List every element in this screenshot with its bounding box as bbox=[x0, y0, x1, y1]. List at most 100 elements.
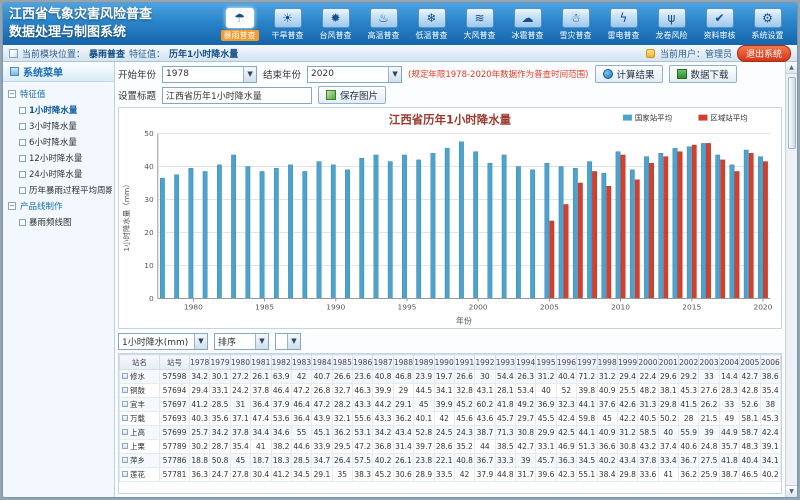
col-year[interactable]: 1993 bbox=[495, 355, 515, 370]
module-tab-8[interactable]: ☃雪灾普查 bbox=[552, 6, 599, 42]
value-cell: 44.1 bbox=[577, 398, 597, 412]
checkbox-icon[interactable] bbox=[19, 107, 26, 114]
col-year[interactable]: 1990 bbox=[434, 355, 454, 370]
sort-select[interactable]: 排序 ▼ bbox=[214, 333, 269, 350]
value-cell: 36.2 bbox=[393, 412, 413, 426]
checkbox-icon[interactable] bbox=[19, 139, 26, 146]
col-year[interactable]: 2002 bbox=[679, 355, 699, 370]
module-tab-2[interactable]: ☀干旱普查 bbox=[264, 6, 311, 42]
module-tab-9[interactable]: ϟ雷电普查 bbox=[600, 6, 647, 42]
col-year[interactable]: 2000 bbox=[638, 355, 658, 370]
col-year[interactable]: 1999 bbox=[617, 355, 637, 370]
value-cell: 41 bbox=[251, 440, 271, 454]
col-year[interactable]: 1984 bbox=[312, 355, 332, 370]
station-expand-icon[interactable] bbox=[122, 401, 128, 407]
col-year[interactable]: 1998 bbox=[597, 355, 617, 370]
sidebar-group[interactable]: −产品线制作 bbox=[5, 198, 112, 214]
sidebar-item[interactable]: 历年暴雨过程平均周期 bbox=[5, 182, 112, 198]
col-year[interactable]: 1988 bbox=[393, 355, 413, 370]
station-expand-icon[interactable] bbox=[122, 387, 128, 393]
scroll-up-icon[interactable]: ▲ bbox=[786, 62, 797, 74]
y-tick-label: 30 bbox=[144, 195, 154, 204]
sidebar-item[interactable]: 6小时降水量 bbox=[5, 134, 112, 150]
col-year[interactable]: 1980 bbox=[230, 355, 250, 370]
scroll-down-icon[interactable]: ▼ bbox=[786, 485, 797, 497]
module-tab-5[interactable]: ❄低温普查 bbox=[408, 6, 455, 42]
col-year[interactable]: 2001 bbox=[658, 355, 678, 370]
col-year[interactable]: 1991 bbox=[454, 355, 474, 370]
col-year[interactable]: 2004 bbox=[719, 355, 739, 370]
col-year[interactable]: 1986 bbox=[353, 355, 373, 370]
sidebar-item[interactable]: 24小时降水量 bbox=[5, 166, 112, 182]
module-tab-6[interactable]: ≋大风普查 bbox=[456, 6, 503, 42]
y-axis-label: 1小时降水量（mm） bbox=[121, 180, 131, 251]
table-row[interactable]: 上高5769925.734.237.834.434.65545.136.253.… bbox=[120, 426, 781, 440]
table-row[interactable]: 莲花5778136.324.727.830.441.234.529.13538.… bbox=[120, 468, 781, 482]
col-year[interactable]: 1982 bbox=[271, 355, 291, 370]
col-year[interactable]: 1987 bbox=[373, 355, 393, 370]
value-cell: 28.6 bbox=[434, 440, 454, 454]
station-expand-icon[interactable] bbox=[122, 471, 128, 477]
value-cell: 43.2 bbox=[638, 440, 658, 454]
col-year[interactable]: 2006 bbox=[760, 355, 781, 370]
module-tab-12[interactable]: ⚙系统设置 bbox=[744, 6, 791, 42]
scrollbar-thumb[interactable] bbox=[788, 77, 796, 149]
module-tab-7[interactable]: ☁冰雹普查 bbox=[504, 6, 551, 42]
end-year-select[interactable]: 2020 ▼ bbox=[307, 66, 402, 83]
table-row[interactable]: 萍乡5778618.850.84518.718.328.534.726.457.… bbox=[120, 454, 781, 468]
sidebar-item[interactable]: 暴雨频线图 bbox=[5, 214, 112, 230]
station-expand-icon[interactable] bbox=[122, 429, 128, 435]
value-cell: 29.5 bbox=[332, 440, 352, 454]
module-tab-4[interactable]: ♨高温普查 bbox=[360, 6, 407, 42]
table-header-row: 站名站号197819791980198119821983198419851986… bbox=[120, 355, 781, 370]
module-label: 资料审核 bbox=[704, 30, 736, 41]
col-year[interactable]: 2003 bbox=[699, 355, 719, 370]
measure-select[interactable]: 1小时降水(mm) ▼ bbox=[118, 333, 208, 350]
table-row[interactable]: 修水5759834.230.127.226.163.94240.726.623.… bbox=[120, 370, 781, 384]
sidebar-item[interactable]: 3小时降水量 bbox=[5, 118, 112, 134]
col-year[interactable]: 1979 bbox=[210, 355, 230, 370]
module-tab-11[interactable]: ✔资料审核 bbox=[696, 6, 743, 42]
chart-title-input[interactable] bbox=[162, 87, 312, 104]
checkbox-icon[interactable] bbox=[19, 219, 26, 226]
table-row[interactable]: 宜丰5769741.228.53136.437.946.447.228.243.… bbox=[120, 398, 781, 412]
expander-icon[interactable]: − bbox=[8, 202, 16, 210]
table-row[interactable]: 万载5769340.335.637.147.453.636.443.932.15… bbox=[120, 412, 781, 426]
table-row[interactable]: 上栗5778930.228.735.44138.244.633.929.547.… bbox=[120, 440, 781, 454]
col-year[interactable]: 1985 bbox=[332, 355, 352, 370]
sidebar-item[interactable]: 1小时降水量 bbox=[5, 102, 112, 118]
checkbox-icon[interactable] bbox=[19, 155, 26, 162]
col-year[interactable]: 1994 bbox=[516, 355, 536, 370]
station-expand-icon[interactable] bbox=[122, 443, 128, 449]
vertical-scrollbar[interactable]: ▲ ▼ bbox=[785, 62, 797, 497]
col-year[interactable]: 1981 bbox=[251, 355, 271, 370]
calculate-button[interactable]: 计算结果 bbox=[595, 65, 663, 83]
checkbox-icon[interactable] bbox=[19, 187, 26, 194]
col-year[interactable]: 1996 bbox=[556, 355, 576, 370]
station-expand-icon[interactable] bbox=[122, 415, 128, 421]
station-expand-icon[interactable] bbox=[122, 373, 128, 379]
save-image-button[interactable]: 保存图片 bbox=[318, 86, 386, 104]
checkbox-icon[interactable] bbox=[19, 123, 26, 130]
expander-icon[interactable]: − bbox=[8, 90, 16, 98]
logout-button[interactable]: 退出系统 bbox=[737, 45, 791, 62]
col-year[interactable]: 2005 bbox=[740, 355, 760, 370]
module-tab-3[interactable]: ✹台风普查 bbox=[312, 6, 359, 42]
col-year[interactable]: 1989 bbox=[414, 355, 434, 370]
module-tab-10[interactable]: ψ龙卷风险 bbox=[648, 6, 695, 42]
checkbox-icon[interactable] bbox=[19, 171, 26, 178]
col-year[interactable]: 1997 bbox=[577, 355, 597, 370]
value-cell: 25.9 bbox=[699, 468, 719, 482]
module-tab-1[interactable]: ☂暴雨普查 bbox=[216, 6, 263, 42]
sidebar-item[interactable]: 12小时降水量 bbox=[5, 150, 112, 166]
col-year[interactable]: 1995 bbox=[536, 355, 556, 370]
col-year[interactable]: 1983 bbox=[291, 355, 311, 370]
download-button[interactable]: 数据下载 bbox=[669, 65, 737, 83]
station-expand-icon[interactable] bbox=[122, 457, 128, 463]
col-year[interactable]: 1992 bbox=[475, 355, 495, 370]
col-year[interactable]: 1978 bbox=[190, 355, 210, 370]
sidebar-group[interactable]: −特征值 bbox=[5, 86, 112, 102]
sort-order-select[interactable]: ▼ bbox=[275, 333, 301, 350]
table-row[interactable]: 铜鼓5769429.433.124.237.846.447.226.832.74… bbox=[120, 384, 781, 398]
start-year-select[interactable]: 1978 ▼ bbox=[162, 66, 257, 83]
